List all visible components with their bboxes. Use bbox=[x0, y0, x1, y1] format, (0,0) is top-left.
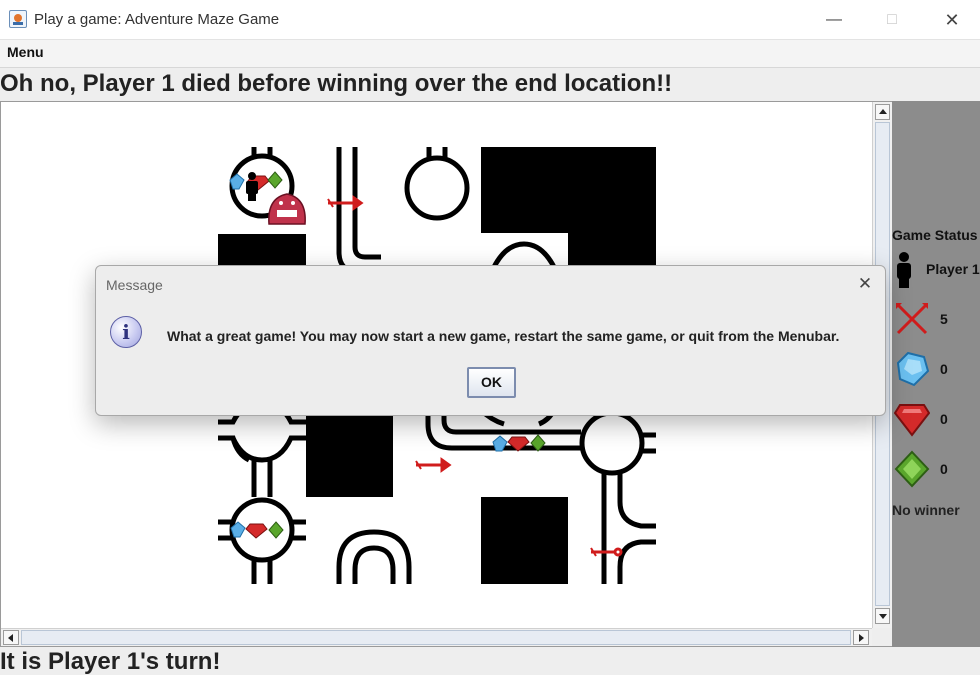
blue-gem-icon bbox=[896, 351, 930, 387]
crossed-arrows-icon bbox=[896, 303, 928, 335]
dialog-title: Message bbox=[106, 277, 163, 293]
winner-status: No winner bbox=[892, 502, 960, 518]
monster-icon bbox=[268, 193, 306, 225]
menu-bar: Menu bbox=[0, 40, 980, 68]
gem-cluster bbox=[492, 434, 546, 452]
maze-corridor bbox=[617, 539, 656, 584]
window-title: Play a game: Adventure Maze Game bbox=[34, 11, 280, 28]
game-message-heading: Oh no, Player 1 died before winning over… bbox=[0, 70, 673, 97]
scroll-up-arrow-icon[interactable] bbox=[875, 104, 890, 120]
status-arrow-count: 5 bbox=[940, 311, 948, 327]
horizontal-scroll-thumb[interactable] bbox=[21, 630, 851, 645]
status-arrows-row: 5 bbox=[892, 299, 980, 339]
close-icon[interactable]: ✕ bbox=[940, 8, 964, 32]
status-player-name: Player 1 bbox=[926, 261, 980, 277]
status-green-gem-count: 0 bbox=[940, 461, 948, 477]
scroll-corner bbox=[872, 628, 892, 646]
message-dialog: Message ✕ i What a great game! You may n… bbox=[95, 265, 886, 416]
maximize-icon[interactable]: □ bbox=[880, 8, 904, 32]
gem-cluster bbox=[230, 521, 284, 539]
java-app-icon bbox=[9, 10, 27, 28]
maze-corridor bbox=[336, 529, 412, 584]
ok-button[interactable]: OK bbox=[467, 367, 516, 398]
maze-corridor bbox=[617, 497, 656, 529]
title-bar: Play a game: Adventure Maze Game — □ ✕ bbox=[0, 0, 980, 40]
scroll-right-arrow-icon[interactable] bbox=[853, 630, 869, 645]
green-gem-icon bbox=[267, 171, 283, 189]
arrow-icon bbox=[327, 195, 364, 211]
maze-wall-block bbox=[481, 147, 656, 233]
game-status-panel: Game Status Player 1 5 0 0 0 No winner bbox=[892, 101, 980, 647]
status-blue-gem-count: 0 bbox=[940, 361, 948, 377]
maze-wall-block bbox=[481, 497, 568, 584]
red-gem-icon bbox=[245, 523, 268, 539]
status-blue-gem-row: 0 bbox=[892, 349, 980, 389]
app-window: Play a game: Adventure Maze Game — □ ✕ M… bbox=[0, 0, 980, 675]
dialog-message: What a great game! You may now start a n… bbox=[167, 328, 840, 344]
status-red-gem-count: 0 bbox=[940, 411, 948, 427]
status-red-gem-row: 0 bbox=[892, 399, 980, 439]
turn-indicator: It is Player 1's turn! bbox=[0, 648, 221, 675]
green-gem-icon bbox=[894, 450, 930, 488]
maze-room bbox=[404, 155, 470, 221]
menu-button[interactable]: Menu bbox=[7, 44, 44, 60]
game-status-title: Game Status bbox=[892, 227, 978, 243]
maze-corridor bbox=[352, 545, 396, 584]
scroll-down-arrow-icon[interactable] bbox=[875, 608, 890, 624]
maze-wall-block bbox=[306, 410, 393, 497]
player-icon bbox=[897, 252, 911, 288]
info-icon: i bbox=[110, 316, 142, 348]
red-gem-icon bbox=[894, 404, 930, 437]
scroll-left-arrow-icon[interactable] bbox=[3, 630, 19, 645]
green-gem-icon bbox=[268, 521, 284, 539]
maze-room bbox=[579, 410, 645, 476]
horizontal-scrollbar[interactable] bbox=[1, 628, 872, 646]
arrow-icon bbox=[415, 457, 452, 473]
maze-room bbox=[491, 241, 557, 269]
status-player-row: Player 1 bbox=[892, 249, 980, 289]
dialog-close-icon[interactable]: ✕ bbox=[854, 273, 876, 295]
minimize-icon[interactable]: — bbox=[822, 8, 846, 32]
status-green-gem-row: 0 bbox=[892, 449, 980, 489]
